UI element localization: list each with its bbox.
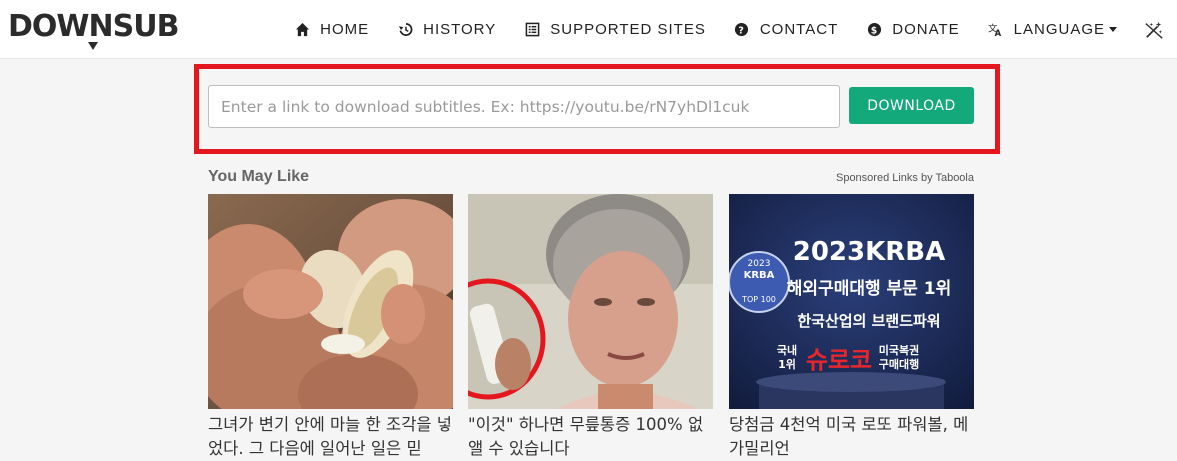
download-form: DOWNLOAD [194, 64, 1000, 154]
logo-arrow-icon [88, 42, 98, 50]
card-1-image[interactable] [208, 194, 453, 409]
card-3-caption[interactable]: 당첨금 4천억 미국 로또 파워볼, 메가밀리언 [729, 413, 974, 461]
downsub-logo[interactable]: DOWNSUB [8, 9, 179, 50]
nav-history-label: HISTORY [423, 21, 497, 38]
card-1-caption[interactable]: 그녀가 변기 안에 마늘 한 조각을 넣었다. 그 다음에 일어난 일은 믿 [208, 413, 453, 461]
card-3-image[interactable]: 2023 KRBA TOP 100 2023KRBA 해외구매대행 부문 1위 … [729, 194, 974, 409]
theme-toggle-button[interactable] [1143, 19, 1165, 41]
nav-contact[interactable]: ? CONTACT [734, 21, 838, 38]
ad-badge-year: 2023 [748, 259, 771, 269]
nav-home-label: HOME [320, 21, 370, 38]
svg-text:A: A [995, 28, 1002, 37]
history-icon [397, 22, 413, 38]
main-nav: HOME HISTORY SUPPORTED SITES ? CONTACT $… [266, 0, 1165, 59]
recommendations-title: You May Like [208, 168, 310, 185]
nav-supported-sites[interactable]: SUPPORTED SITES [524, 21, 706, 38]
ad-brand: 슈로코 [806, 346, 872, 374]
list-icon [524, 22, 540, 38]
magic-wand-icon [1145, 21, 1163, 39]
ad-badge-org: KRBA [744, 270, 775, 281]
top-navbar: DOWNSUB HOME HISTORY SUPPORTED SITES ? C… [0, 0, 1177, 59]
svg-text:?: ? [739, 25, 745, 36]
recommended-card-2[interactable]: "이것" 하나면 무릎통증 100% 없앨 수 있습니다 [468, 194, 713, 461]
recommendations-header: You May Like Sponsored Links by Taboola [208, 168, 974, 188]
dollar-icon: $ [866, 22, 882, 38]
nav-contact-label: CONTACT [759, 21, 839, 38]
nav-supported-sites-label: SUPPORTED SITES [550, 21, 706, 38]
nav-donate[interactable]: $ DONATE [866, 21, 959, 38]
recommended-card-3[interactable]: 2023 KRBA TOP 100 2023KRBA 해외구매대행 부문 1위 … [729, 194, 974, 461]
ad-title: 2023KRBA [793, 237, 945, 267]
ad-line-2: 한국산업의 브랜드파워 [797, 312, 940, 330]
ad-brand-sub-1: 미국복권 [879, 343, 919, 357]
nav-language-label: LANGUAGE [1013, 21, 1105, 38]
recommended-card-1[interactable]: 그녀가 변기 안에 마늘 한 조각을 넣었다. 그 다음에 일어난 일은 믿 [208, 194, 453, 461]
nav-history[interactable]: HISTORY [397, 21, 496, 38]
home-icon [294, 22, 310, 38]
ad-rank-small-1: 국내 [777, 343, 797, 357]
card-2-caption[interactable]: "이것" 하나면 무릎통증 100% 없앨 수 있습니다 [468, 413, 713, 461]
chevron-down-icon [1109, 27, 1117, 32]
translate-icon: 文A [988, 22, 1004, 38]
question-icon: ? [734, 22, 750, 38]
ad-line-1: 해외구매대행 부문 1위 [787, 279, 951, 299]
nav-language[interactable]: 文A LANGUAGE [988, 21, 1117, 38]
download-button[interactable]: DOWNLOAD [849, 87, 974, 124]
sponsored-by-link[interactable]: Sponsored Links by Taboola [836, 172, 974, 184]
svg-text:$: $ [871, 25, 878, 36]
card-2-image[interactable] [468, 194, 713, 409]
logo-text: DOWNSUB [8, 9, 179, 44]
ad-brand-sub-2: 구매대행 [879, 357, 919, 371]
subtitle-link-input[interactable] [208, 85, 840, 128]
nav-donate-label: DONATE [892, 21, 960, 38]
nav-home[interactable]: HOME [294, 21, 369, 38]
ad-badge-rank: TOP 100 [741, 295, 776, 304]
ad-rank-small-2: 1위 [778, 358, 796, 371]
